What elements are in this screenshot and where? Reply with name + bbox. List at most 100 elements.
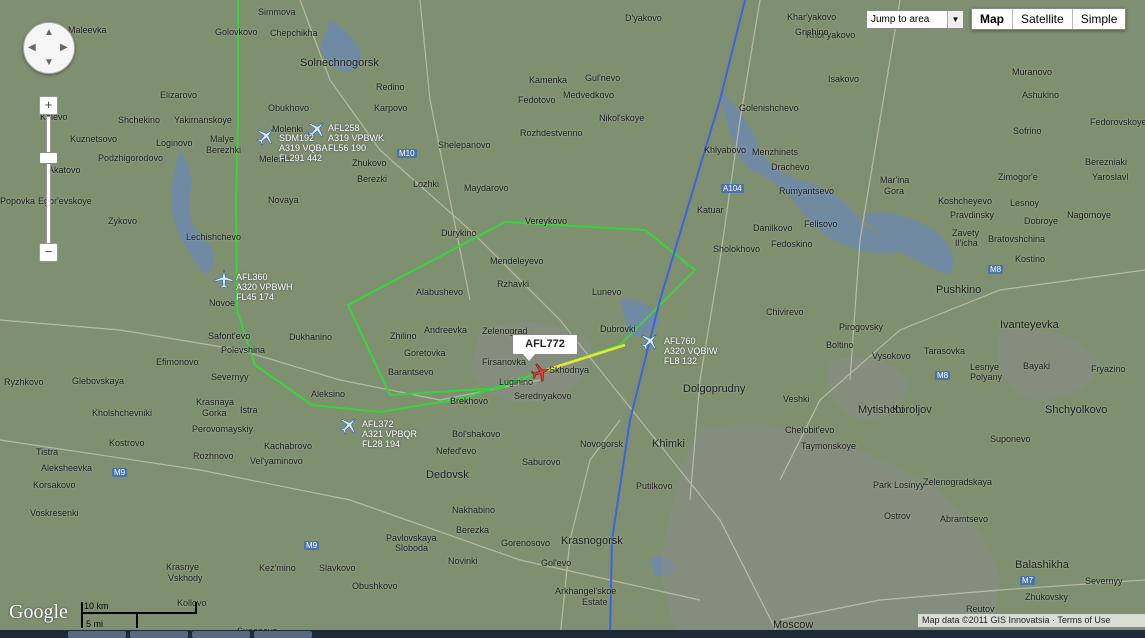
place-label: Fryazino [1091,364,1126,374]
place-label: Serednyakovo [514,391,572,401]
pan-up-icon[interactable]: ▲ [44,28,54,38]
place-label: Bratovshchina [988,234,1046,244]
place-label: Polyany [970,372,1003,382]
place-label: Lesnye [970,362,1000,372]
place-label: Novaya [268,195,299,205]
place-label: Shelepanovo [438,140,491,150]
place-label: Bol'shakovo [452,429,501,439]
map-type-control: Map Satellite Simple [971,8,1127,30]
place-label: Katuar [697,205,724,215]
place-label: Aleksino [311,389,346,399]
place-label: Il'icha [955,238,978,248]
aircraft-icon[interactable] [640,331,660,351]
aircraft-icon[interactable] [256,126,276,146]
google-logo[interactable]: Google [9,601,68,624]
place-label: Vskhody [168,573,203,583]
flight-label: AFL760 A320 VQBIW FL8 132 [664,336,718,366]
place-label: Dubrovki [600,324,636,334]
place-label: Istra [240,405,258,415]
road-shield: M8 [935,371,951,380]
place-label: Pravdinsky [950,210,995,220]
pan-right-icon[interactable]: ▶ [60,43,68,53]
place-label: Maleevka [68,25,107,35]
place-label: Menzhinets [752,147,799,157]
place-label: Skhodnya [549,365,590,375]
place-label: Park Losinyy [873,480,925,490]
place-label: Aleksheevka [41,463,93,473]
place-label: Maydarovo [464,183,509,193]
place-label: Pushkino [936,284,982,296]
place-label: Medvedkovo [563,90,615,100]
place-label: Dolgoprudny [683,383,746,395]
place-label: Fedoskino [771,239,813,249]
place-label: Estate [582,597,608,607]
selected-flight-callout[interactable]: AFL772 [512,334,578,361]
place-label: Rozhdestvenno [520,128,583,138]
place-label: Suponevo [990,434,1031,444]
place-label: Akatovo [48,165,81,175]
place-label: Efimonovo [156,357,199,367]
scale-bar: 10 km 5 mi [78,600,198,630]
place-label: Grishino [795,27,829,37]
zoom-in-button[interactable]: + [39,96,58,115]
pan-down-icon[interactable]: ▼ [44,58,54,68]
place-label: Balashikha [1015,559,1069,571]
place-label: Nikol'skoye [599,113,645,123]
taskbar-button[interactable] [130,631,188,638]
place-label: Krasnye [166,562,200,572]
place-label: Krasnaya [196,397,235,407]
place-label: Gul'nevo [585,73,621,83]
taskbar-button[interactable] [254,631,312,638]
place-label: Kuznetsovo [70,134,118,144]
place-label: Obukhovo [268,103,310,113]
zoom-track[interactable] [46,116,51,246]
taskbar-button[interactable] [192,631,250,638]
place-label: Karpovo [374,103,408,113]
place-label: Reutov [966,604,995,614]
place-label: Ashukino [1022,90,1060,100]
aircraft-selected-icon[interactable] [530,362,551,382]
place-label: Kamenka [529,75,568,85]
place-label: Barantsevo [388,367,434,377]
place-label: Zelenogradskaya [923,477,993,487]
chevron-down-icon[interactable]: ▼ [947,11,963,28]
taskbar-button[interactable] [68,631,126,638]
place-label: Taymonskoye [801,441,857,451]
place-label: Glebovskaya [72,376,125,386]
place-label: Tistra [36,447,59,457]
zoom-out-button[interactable]: − [39,243,58,262]
place-label: Yaroslavl [1092,172,1129,182]
place-label: Pavlovskaya [386,533,437,543]
place-label: Ryzhkovo [4,377,44,387]
map-type-map-button[interactable]: Map [972,9,1012,29]
place-label: Vel'yaminovo [250,456,303,466]
place-label: Gorka [202,408,227,418]
road-shield: M7 [1020,576,1036,585]
place-label: Voskresenki [30,508,79,518]
place-label: Rzhavki [497,279,530,289]
jump-to-area-select[interactable]: Jump to area ▼ [866,10,964,29]
flight-label: AFL258 A319 VPBWK FL56 190 [328,123,385,153]
place-label: Khimki [652,438,686,450]
place-label: Vereykovo [525,216,568,226]
place-label: Rumyantsevo [779,186,835,196]
map-attribution[interactable]: Map data ©2011 GIS Innovatsia · Terms of… [918,614,1145,627]
pan-left-icon[interactable]: ◀ [28,43,36,53]
place-label: Novoe [209,298,236,308]
map-type-satellite-button[interactable]: Satellite [1012,9,1072,29]
place-label: Saburovo [522,457,561,467]
map-type-simple-button[interactable]: Simple [1071,9,1126,29]
place-label: Shchyolkovo [1045,404,1108,416]
aircraft-icon[interactable] [339,415,359,435]
place-label: Fedorovskoye [1090,117,1145,127]
place-label: Zavety [952,228,980,238]
place-label: Solnechnogorsk [300,57,379,69]
place-label: Putilkovo [636,481,673,491]
road-shield: M8 [988,265,1004,274]
place-label: Mytishchi [858,404,904,416]
pan-control[interactable]: ▲ ▼ ◀ ▶ [23,22,75,74]
aircraft-icon[interactable] [214,269,234,289]
zoom-slider-handle[interactable] [39,152,58,164]
place-label: Berezhki [206,145,242,155]
place-label: Sofrino [1013,126,1042,136]
